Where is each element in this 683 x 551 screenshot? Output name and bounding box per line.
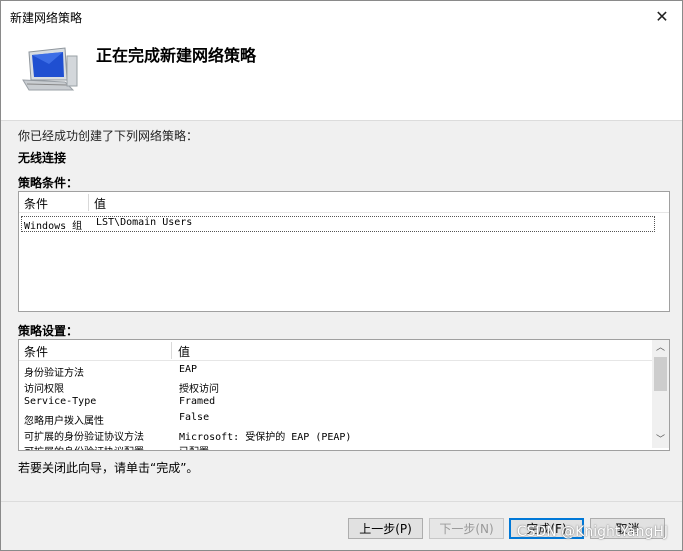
conditions-label: 策略条件： [18,176,79,190]
cell-value: EAP [179,364,198,375]
scroll-down-arrow[interactable]: ﹀ [652,432,669,448]
cell-condition: 身份验证方法 [24,368,84,379]
table-row[interactable]: 可扩展的身份验证协议方法 Microsoft: 受保护的 EAP (PEAP) [24,428,644,443]
column-separator [88,194,89,211]
cell-condition: 可扩展的身份验证协议配置 [24,443,144,450]
cell-condition: 忽略用户拨入属性 [24,416,104,427]
page-title: 正在完成新建网络策略 [96,46,257,65]
scroll-thumb[interactable] [654,357,667,391]
watermark: CSDN @KnightYangHJ [516,524,668,540]
wizard-footer: 上一步(P) 下一步(N) 完成(F) 取消 CSDN @KnightYangH… [1,501,682,550]
cell-value: LST\Domain Users [96,217,193,228]
settings-header: 条件 值 [19,340,669,361]
conditions-col-condition[interactable]: 条件 [24,195,48,212]
cell-value: False [179,412,210,423]
scroll-up-arrow[interactable]: ︿ [652,340,669,356]
cell-condition: Service-Type [24,396,97,407]
settings-col-condition[interactable]: 条件 [24,343,48,360]
close-button[interactable]: ✕ [642,1,682,32]
monitor-icon [22,47,78,91]
settings-scrollbar[interactable]: ︿ ﹀ [652,340,669,448]
settings-col-value[interactable]: 值 [178,343,190,360]
cell-condition: 访问权限 [24,384,64,395]
conditions-header: 条件 值 [19,192,669,213]
wizard-header: 正在完成新建网络策略 [1,32,682,121]
cell-value: 已配置 [179,443,209,450]
cell-condition: 可扩展的身份验证协议方法 [24,432,144,443]
wizard-window: 新建网络策略 ✕ 正在完成新建网络策略 你已经成功创建了下列网络策略： 无线连接… [0,0,683,551]
table-row[interactable]: 身份验证方法 EAP [24,364,644,379]
settings-label: 策略设置： [18,324,79,338]
cell-value: Microsoft: 受保护的 EAP (PEAP) [179,432,352,443]
prev-button[interactable]: 上一步(P) [348,518,423,539]
close-icon: ✕ [655,7,669,26]
settings-list[interactable]: 条件 值 身份验证方法 EAP 访问权限 授权访问 Service-Type F… [18,339,670,451]
table-row[interactable]: 忽略用户拨入属性 False [24,412,644,427]
table-row[interactable]: Windows 组 LST\Domain Users [21,216,655,232]
conditions-col-value[interactable]: 值 [94,195,106,212]
finish-hint: 若要关闭此向导，请单击“完成”。 [18,461,199,475]
window-title: 新建网络策略 [10,11,83,25]
policy-name: 无线连接 [18,151,67,165]
cell-value: Framed [179,396,216,407]
conditions-list[interactable]: 条件 值 Windows 组 LST\Domain Users [18,191,670,312]
table-row[interactable]: Service-Type Framed [24,396,644,410]
cell-condition: Windows 组 [24,221,83,232]
title-bar: 新建网络策略 ✕ [1,1,682,32]
table-row[interactable]: 访问权限 授权访问 [24,380,644,395]
column-separator [171,342,172,359]
table-row[interactable]: 可扩展的身份验证协议配置 已配置 [24,443,644,450]
cell-value: 授权访问 [179,384,219,395]
intro-text: 你已经成功创建了下列网络策略： [18,129,199,143]
next-button[interactable]: 下一步(N) [429,518,504,539]
